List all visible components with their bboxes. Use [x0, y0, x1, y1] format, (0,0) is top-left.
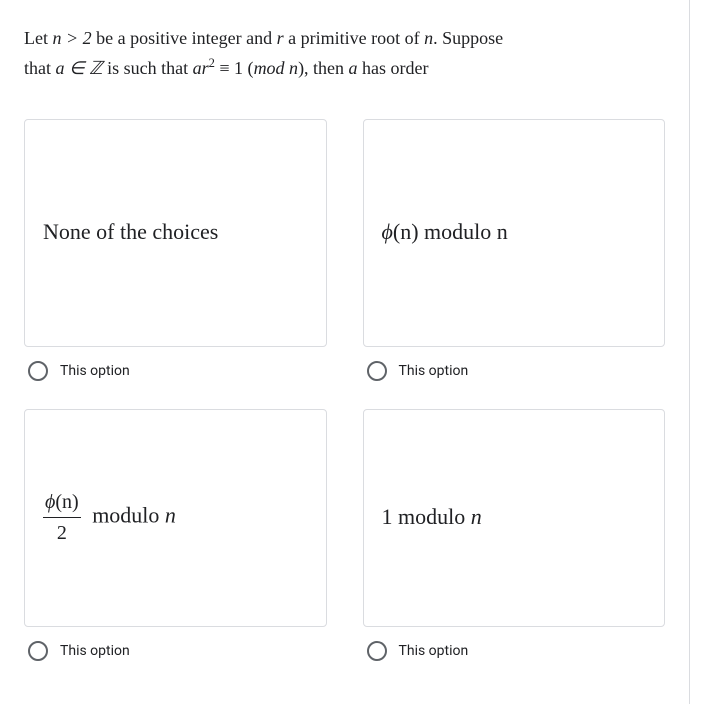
- radio-label: This option: [60, 363, 130, 379]
- option-card-2[interactable]: ϕ(n) modulo n: [363, 119, 666, 347]
- radio-icon[interactable]: [28, 641, 48, 661]
- option-content-4: 1 modulo n: [382, 503, 482, 532]
- text-fragment: is such that: [103, 58, 193, 78]
- text-fragment: modulo: [87, 503, 165, 528]
- phi-symbol: ϕ: [382, 219, 393, 244]
- option-card-4[interactable]: 1 modulo n: [363, 409, 666, 627]
- radio-label: This option: [399, 643, 469, 659]
- text-fragment: ≡ 1 (: [215, 58, 254, 78]
- radio-row-3[interactable]: This option: [24, 641, 327, 661]
- math-n: (n): [55, 491, 78, 513]
- math-fragment: n: [165, 503, 176, 528]
- text-fragment: Let: [24, 28, 53, 48]
- fraction: ϕ(n) 2: [43, 489, 81, 546]
- math-fragment: n: [471, 504, 482, 529]
- radio-row-2[interactable]: This option: [363, 361, 666, 381]
- fraction-numerator: ϕ(n): [43, 489, 81, 518]
- text-fragment: modulo n: [419, 219, 508, 244]
- option-content-1: None of the choices: [43, 218, 218, 247]
- math-fragment: r: [277, 28, 284, 48]
- fraction-denominator: 2: [43, 518, 81, 546]
- radio-icon[interactable]: [367, 641, 387, 661]
- radio-icon[interactable]: [367, 361, 387, 381]
- option-cell-4: 1 modulo n This option: [363, 409, 666, 661]
- number-one: 1: [382, 504, 393, 529]
- math-fragment: n: [424, 28, 433, 48]
- question-prompt: Let n > 2 be a positive integer and r a …: [24, 24, 665, 83]
- radio-label: This option: [399, 363, 469, 379]
- option-cell-1: None of the choices This option: [24, 119, 327, 381]
- text-fragment: a primitive root of: [284, 28, 424, 48]
- option-content-2: ϕ(n) modulo n: [382, 218, 508, 247]
- radio-icon[interactable]: [28, 361, 48, 381]
- options-grid: None of the choices This option ϕ(n) mod…: [24, 119, 665, 661]
- text-fragment: has order: [358, 58, 429, 78]
- radio-row-4[interactable]: This option: [363, 641, 666, 661]
- radio-label: This option: [60, 643, 130, 659]
- phi-symbol: ϕ: [45, 491, 55, 513]
- option-card-3[interactable]: ϕ(n) 2 modulo n: [24, 409, 327, 627]
- text-fragment: be a positive integer and: [92, 28, 277, 48]
- radio-row-1[interactable]: This option: [24, 361, 327, 381]
- math-fragment: a ∈ ℤ: [56, 58, 103, 78]
- option-cell-3: ϕ(n) 2 modulo n This option: [24, 409, 327, 661]
- text-fragment: ), then: [298, 58, 348, 78]
- text-fragment: . Suppose: [433, 28, 503, 48]
- math-fragment: ar: [193, 58, 209, 78]
- option-content-3: ϕ(n) 2 modulo n: [43, 489, 176, 546]
- math-n: (n): [393, 219, 419, 244]
- math-fragment: mod n: [254, 58, 299, 78]
- text-fragment: modulo: [393, 504, 471, 529]
- text-fragment: that: [24, 58, 56, 78]
- math-fragment: a: [349, 58, 358, 78]
- option-card-1[interactable]: None of the choices: [24, 119, 327, 347]
- question-container: Let n > 2 be a positive integer and r a …: [0, 0, 690, 704]
- option-cell-2: ϕ(n) modulo n This option: [363, 119, 666, 381]
- math-fragment: n > 2: [53, 28, 92, 48]
